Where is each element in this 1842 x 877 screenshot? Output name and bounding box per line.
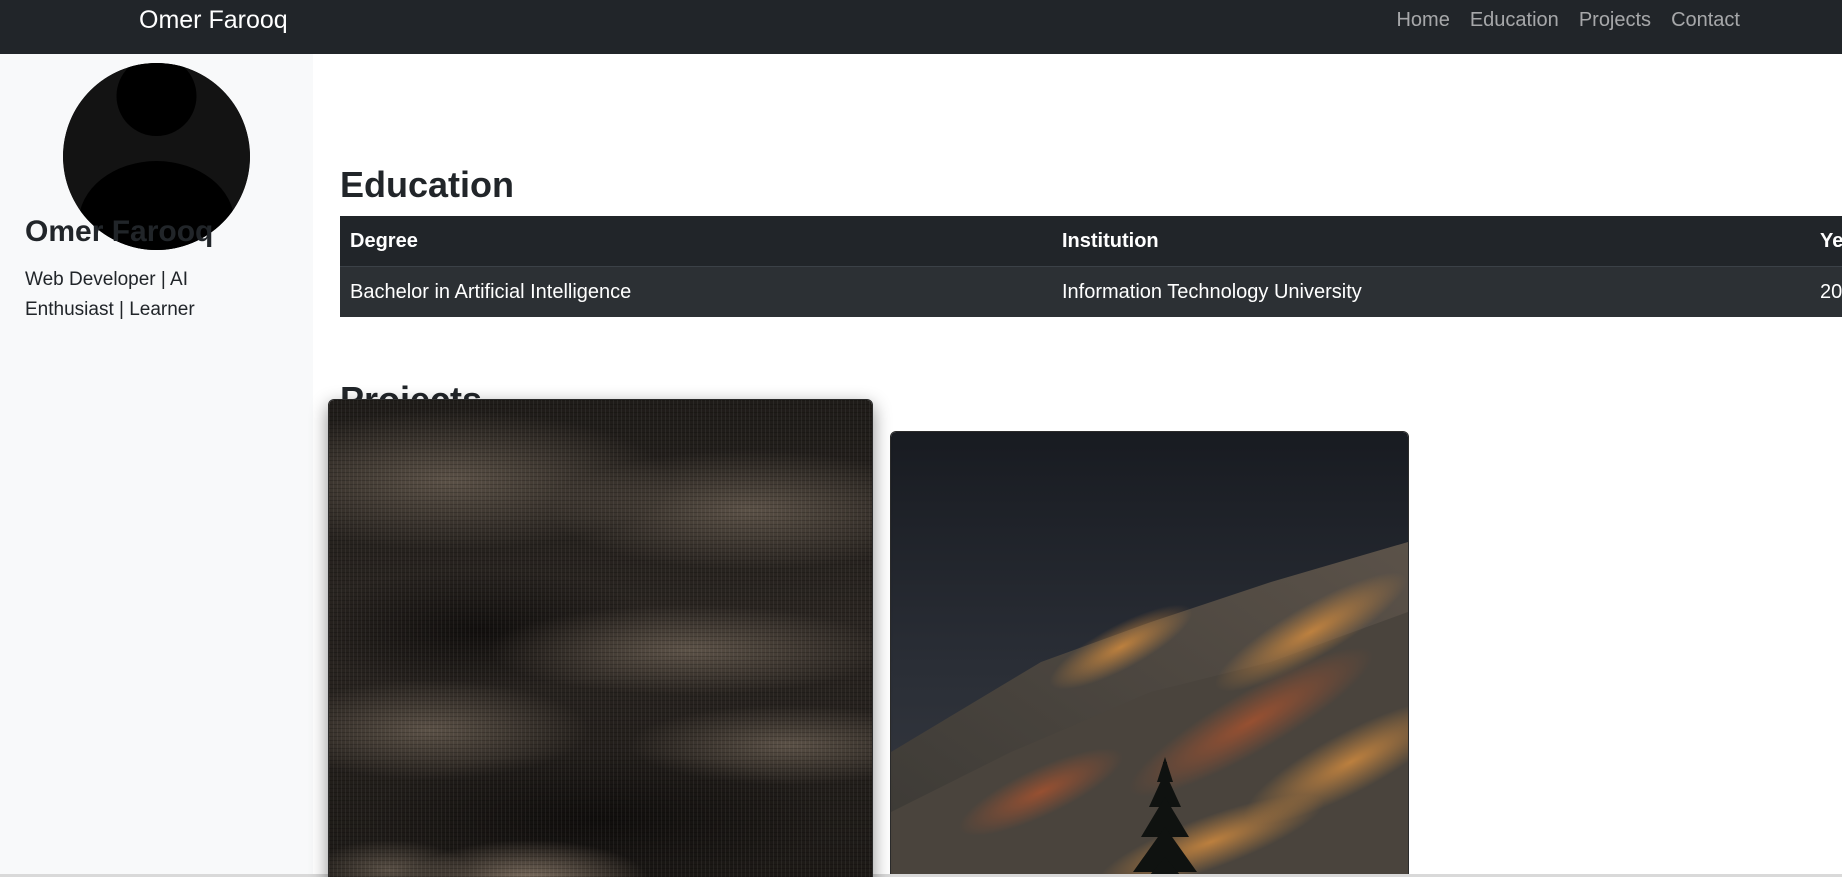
project-card-mountain[interactable] [890,431,1409,877]
nav-home[interactable]: Home [1386,0,1459,40]
nav-contact[interactable]: Contact [1661,0,1750,40]
education-table: Degree Institution Ye Bachelor in Artifi… [340,216,1842,317]
cell-institution: Information Technology University [1052,266,1810,317]
mountain-image [891,432,1408,877]
portfolio-page: Education Degree Institution Ye Bachelor… [0,0,1842,877]
table-header-row: Degree Institution Ye [340,216,1842,267]
profile-tagline: Web Developer | AI Enthusiast | Learner [25,269,195,320]
nav-projects[interactable]: Projects [1569,0,1661,40]
header-institution: Institution [1052,216,1810,267]
navbar-brand[interactable]: Omer Farooq [139,0,288,40]
project-card-clouds[interactable] [328,399,873,877]
main-content: Education Degree Institution Ye Bachelor… [313,54,1842,877]
nav-links: Home Education Projects Contact [1386,0,1750,40]
header-year: Ye [1810,216,1842,267]
education-title: Education [340,164,515,205]
header-degree: Degree [340,216,1052,267]
sidebar: Omer Farooq Web Developer | AI Enthusias… [0,54,313,877]
profile-name: Omer Farooq [25,215,214,248]
table-row: Bachelor in Artificial Intelligence Info… [340,266,1842,317]
clouds-image [329,400,872,877]
top-navbar: Omer Farooq Home Education Projects Cont… [0,0,1842,54]
nav-education[interactable]: Education [1460,0,1569,40]
cell-degree: Bachelor in Artificial Intelligence [340,266,1052,317]
cell-year: 20 [1810,266,1842,317]
